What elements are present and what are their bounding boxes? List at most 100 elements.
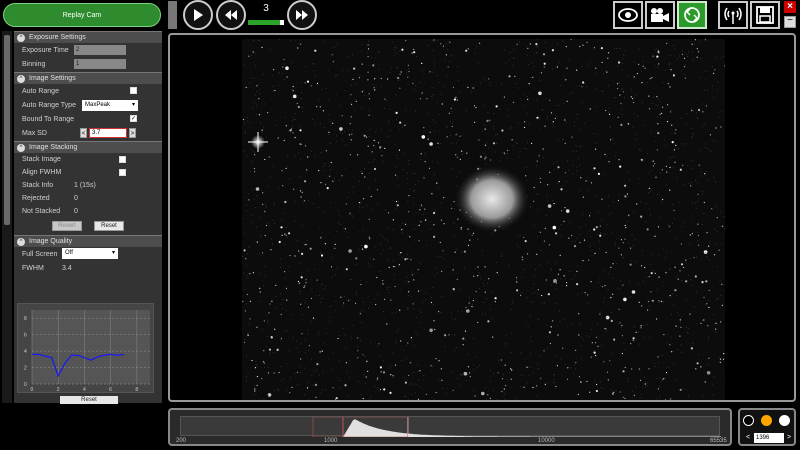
max-sd-increase[interactable]: > [129,128,136,138]
noise [432,119,434,121]
noise [339,214,341,216]
max-sd-decrease[interactable]: < [80,128,87,138]
star [721,304,723,306]
quality-reset-button[interactable]: Reset [60,396,118,404]
star [624,195,627,198]
noise [547,116,549,118]
increase-arrow[interactable]: > [786,433,792,443]
color-white-dot[interactable] [779,415,790,426]
image-settings-header[interactable]: ^ Image Settings [14,72,162,84]
noise [540,354,541,356]
noise [685,64,686,66]
close-button[interactable]: × [784,1,796,13]
star [297,280,299,283]
broadcast-button[interactable] [718,1,748,29]
noise [307,333,309,335]
loop-button[interactable] [677,1,707,29]
max-sd-input[interactable]: 3.7 [89,128,127,138]
color-value-field[interactable]: 1396 [754,433,784,443]
star [413,51,416,54]
noise [528,374,530,376]
star [477,321,479,324]
star [659,113,661,115]
noise [678,55,680,57]
star [624,184,627,187]
decrease-arrow[interactable]: < [745,433,751,443]
star [344,228,346,230]
image-quality-header[interactable]: ^ Image Quality [14,235,162,247]
noise [413,197,414,199]
noise [545,98,547,100]
full-screen-select[interactable]: Off ▾ [62,248,118,259]
image-viewer[interactable] [168,33,796,402]
noise [504,392,505,394]
noise [300,98,302,99]
minimize-button[interactable]: − [784,16,796,28]
noise [623,257,625,259]
noise [396,331,398,333]
stack-image-checkbox[interactable] [119,156,126,163]
star [495,105,498,108]
star [404,124,406,126]
scrollbar-thumb[interactable] [4,35,10,225]
rewind-button[interactable] [216,0,246,30]
revert-button[interactable]: Revert [52,221,82,231]
replay-cam-button[interactable]: Replay Cam [3,3,161,27]
save-button[interactable] [750,1,780,29]
noise [459,91,460,93]
auto-range-checkbox[interactable] [130,87,137,94]
noise [420,290,422,291]
full-screen-row: Full Screen Off ▾ [14,247,162,261]
star [703,319,705,321]
camera-button[interactable] [645,1,675,29]
star [625,227,627,229]
color-orange-dot[interactable] [761,415,772,426]
noise [345,144,347,146]
star [695,368,697,370]
noise [501,255,502,257]
noise [280,366,282,367]
star [570,39,572,40]
exposure-settings-header[interactable]: ^ Exposure Settings [14,31,162,43]
exposure-time-field[interactable]: 2 [74,45,126,55]
align-fwhm-checkbox[interactable] [119,169,126,176]
noise [561,185,563,187]
star [612,392,614,394]
noise [455,176,457,177]
noise [644,267,646,269]
noise [450,121,451,123]
star [478,139,480,141]
star [599,225,601,227]
noise [357,346,358,347]
bound-to-range-checkbox[interactable]: ✓ [130,115,137,122]
noise [360,340,361,342]
noise [352,129,354,131]
auto-range-type-select[interactable]: MaxPeak ▾ [82,100,138,111]
noise [339,105,341,107]
noise [370,57,372,58]
noise [704,304,706,306]
stacking-reset-button[interactable]: Reset [94,221,124,231]
fast-forward-button[interactable] [287,0,317,30]
star [465,306,467,308]
panel-scrollbar[interactable] [2,31,12,403]
noise [716,89,718,91]
play-button[interactable] [183,0,213,30]
color-black-dot[interactable] [743,415,754,426]
view-button[interactable] [613,1,643,29]
noise [242,256,243,257]
noise [406,177,408,179]
star [694,39,696,41]
noise [386,136,388,137]
star-field [242,39,725,400]
star [652,55,654,57]
histogram[interactable] [180,416,721,438]
noise [599,115,601,117]
x-tick-label: 6 [109,387,112,393]
image-stacking-header[interactable]: ^ Image Stacking [14,141,162,153]
star [357,337,359,339]
binning-field[interactable]: 1 [74,59,126,69]
astro-image[interactable] [242,39,725,400]
star [696,56,698,58]
noise [280,293,281,295]
